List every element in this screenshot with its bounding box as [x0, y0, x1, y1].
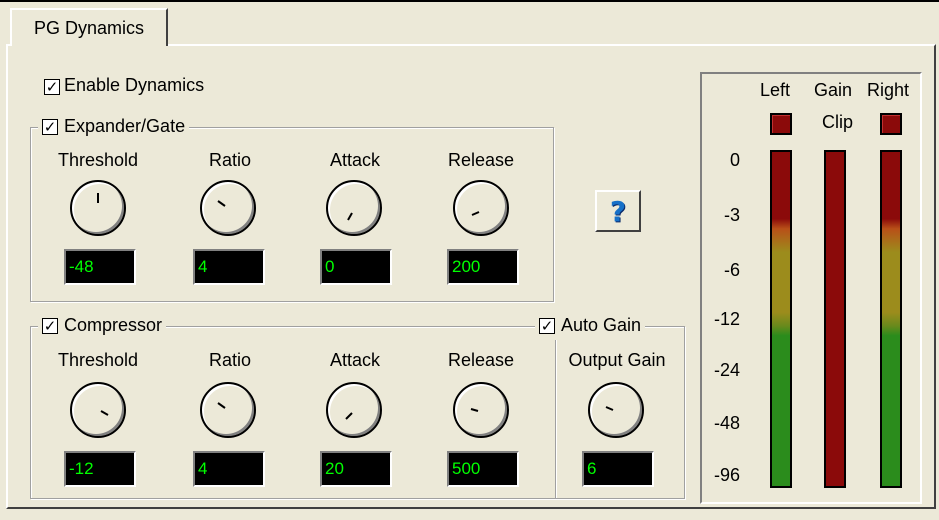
output-gain-value[interactable]: 6	[582, 451, 654, 487]
expander-release-knob[interactable]	[453, 180, 509, 236]
compressor-threshold-label: Threshold	[57, 350, 139, 370]
expander-ratio-value[interactable]: 4	[193, 249, 265, 285]
compressor-ratio-knob[interactable]	[200, 382, 256, 438]
auto-gain-label: Auto Gain	[561, 315, 642, 336]
knob-indicator	[100, 410, 109, 416]
compressor-threshold-value[interactable]: -12	[64, 451, 136, 487]
auto-gain-checkbox[interactable]: ✓	[539, 317, 555, 334]
auto-gain-legend: ✓ Auto Gain	[535, 315, 646, 336]
knob-indicator	[345, 412, 353, 420]
compressor-threshold-knob[interactable]	[70, 382, 126, 438]
window-top-edge	[0, 0, 939, 2]
knob-indicator	[605, 406, 614, 411]
knob-indicator	[470, 408, 479, 412]
scale-tick: -48	[713, 413, 740, 433]
left-level-bar	[770, 150, 792, 488]
compressor-ratio-value[interactable]: 4	[193, 451, 265, 487]
knob-indicator	[97, 193, 99, 203]
meter-gain-label: Gain	[814, 80, 853, 100]
knob-indicator	[471, 211, 480, 216]
compressor-attack-label: Attack	[329, 350, 381, 370]
expander-release-label: Release	[447, 150, 515, 170]
expander-ratio-label: Ratio	[208, 150, 252, 170]
expander-ratio-knob[interactable]	[200, 180, 256, 236]
left-clip-led	[770, 113, 792, 135]
output-gain-label: Output Gain	[568, 350, 666, 370]
expander-attack-label: Attack	[329, 150, 381, 170]
compressor-release-knob[interactable]	[453, 382, 509, 438]
knob-indicator	[347, 212, 353, 221]
scale-tick: 0	[729, 150, 740, 170]
enable-dynamics-checkbox[interactable]: ✓	[44, 79, 60, 95]
compressor-label: Compressor	[64, 315, 163, 336]
knob-indicator	[217, 200, 226, 207]
knob-indicator	[217, 402, 226, 409]
help-icon: ?	[609, 194, 627, 228]
compressor-release-value[interactable]: 500	[447, 451, 519, 487]
expander-attack-value[interactable]: 0	[320, 249, 392, 285]
scale-tick: -12	[713, 309, 740, 329]
help-button[interactable]: ?	[595, 190, 641, 232]
expander-attack-knob[interactable]	[326, 180, 382, 236]
scale-tick: -3	[723, 205, 740, 225]
meter-clip-label: Clip	[822, 112, 854, 132]
output-gain-divider	[555, 340, 556, 498]
expander-threshold-label: Threshold	[57, 150, 139, 170]
meter-left-label: Left	[760, 80, 791, 100]
compressor-release-label: Release	[447, 350, 515, 370]
enable-dynamics-label: Enable Dynamics	[60, 75, 209, 96]
compressor-legend: ✓ Compressor	[38, 315, 167, 336]
expander-gate-label: Expander/Gate	[64, 116, 186, 137]
compressor-checkbox[interactable]: ✓	[42, 317, 58, 334]
expander-threshold-value[interactable]: -48	[64, 249, 136, 285]
tab-label: PG Dynamics	[33, 17, 145, 38]
gain-reduction-bar	[824, 150, 846, 488]
expander-threshold-knob[interactable]	[70, 180, 126, 236]
output-gain-knob[interactable]	[588, 382, 644, 438]
right-level-bar	[880, 150, 902, 488]
expander-gate-legend: ✓ Expander/Gate	[38, 116, 190, 137]
compressor-ratio-label: Ratio	[208, 350, 252, 370]
compressor-attack-value[interactable]: 20	[320, 451, 392, 487]
expander-gate-checkbox[interactable]: ✓	[42, 118, 58, 135]
scale-tick: -6	[723, 260, 740, 280]
compressor-attack-knob[interactable]	[326, 382, 382, 438]
scale-tick: -24	[713, 360, 740, 380]
expander-release-value[interactable]: 200	[447, 249, 519, 285]
right-clip-led	[880, 113, 902, 135]
scale-tick: -96	[713, 465, 740, 485]
tab-pg-dynamics[interactable]: PG Dynamics	[10, 8, 168, 46]
meter-right-label: Right	[867, 80, 910, 100]
